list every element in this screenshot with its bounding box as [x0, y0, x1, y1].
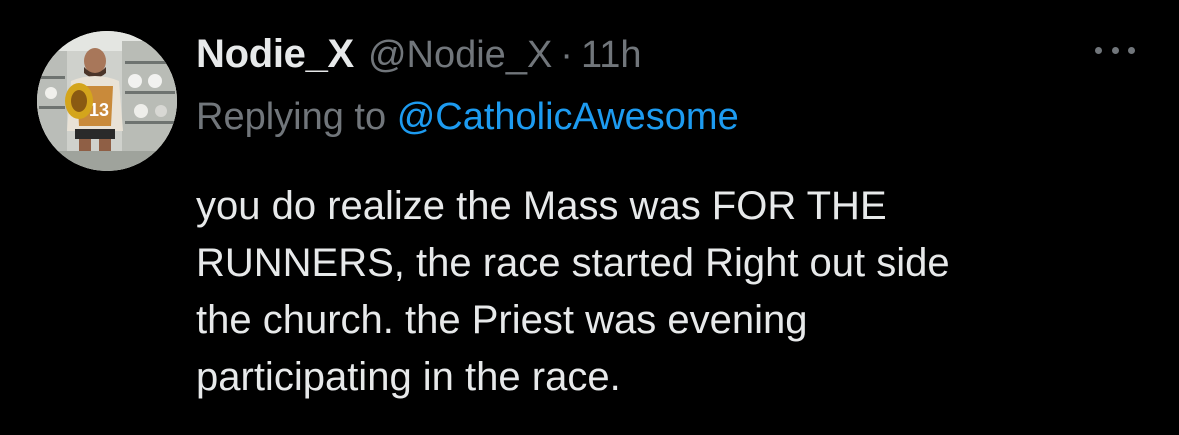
- tweet-text: you do realize the Mass was FOR THE RUNN…: [196, 178, 1136, 406]
- avatar[interactable]: 13: [37, 31, 177, 171]
- tweet-timestamp[interactable]: 11h: [581, 34, 642, 77]
- more-dot: [1111, 46, 1119, 54]
- tweet-header: Nodie_X @Nodie_X · 11h: [196, 32, 642, 82]
- more-horizontal-icon[interactable]: [1095, 40, 1135, 60]
- tweet[interactable]: 13 Nodie_X @Nodie_X · 11h Replying to @C…: [0, 0, 1179, 435]
- tweet-text-line: RUNNERS, the race started Right out side: [196, 241, 950, 285]
- replying-to-label: Replying to: [196, 96, 387, 138]
- reply-mention-link[interactable]: @CatholicAwesome: [397, 96, 739, 138]
- more-dot: [1128, 46, 1135, 54]
- replying-to: Replying to @CatholicAwesome: [196, 96, 739, 139]
- author-handle[interactable]: @Nodie_X: [368, 34, 552, 77]
- tweet-text-line: you do realize the Mass was FOR THE: [196, 184, 887, 228]
- more-dot: [1095, 46, 1102, 54]
- author-display-name[interactable]: Nodie_X: [196, 32, 354, 77]
- tweet-text-line: participating in the race.: [196, 355, 621, 399]
- header-separator: ·: [560, 34, 573, 76]
- avatar-image: 13: [37, 31, 177, 171]
- tweet-text-line: the church. the Priest was evening: [196, 298, 808, 342]
